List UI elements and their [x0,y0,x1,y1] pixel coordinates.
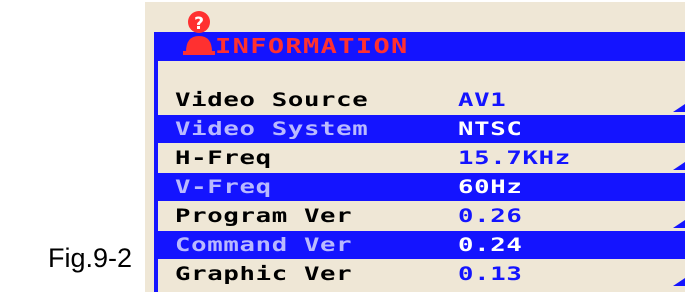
osd-title: INFORMATION [215,34,409,58]
info-row[interactable]: Graphic Ver 0.13 [158,260,685,288]
svg-text:?: ? [194,14,204,34]
info-row-label: Video System [175,118,369,140]
osd-information-panel: ? INFORMATION Video Source AV1 Video Syste… [145,2,685,292]
info-row[interactable]: Video System NTSC [158,115,685,143]
question-person-icon: ? [183,11,215,55]
info-row-value: 0.13 [458,263,523,285]
info-row[interactable]: V-Freq 60Hz [158,173,685,201]
info-row-value: AV1 [458,89,507,111]
info-row-value: 15.7KHz [458,147,571,169]
row-arrow-icon [673,220,685,228]
info-row-value: 60Hz [458,176,523,198]
info-row-label: Program Ver [175,205,353,227]
info-row-label: Graphic Ver [175,263,353,285]
row-arrow-icon [673,278,685,286]
info-row-label: V-Freq [175,176,272,198]
info-row[interactable]: H-Freq 15.7KHz [158,144,685,172]
info-row-label: Video Source [175,89,369,111]
row-arrow-icon [673,162,685,170]
info-row[interactable]: Command Ver 0.24 [158,231,685,259]
row-arrow-icon [673,104,685,112]
info-row[interactable]: Video Source AV1 [158,86,685,114]
info-row-value: 0.24 [458,234,523,256]
info-row-label: H-Freq [175,147,272,169]
info-row-label: Command Ver [175,234,353,256]
info-row-value: 0.26 [458,205,523,227]
figure-caption: Fig.9-2 [48,243,133,273]
info-row[interactable]: Program Ver 0.26 [158,202,685,230]
osd-info-list: Video Source AV1 Video System NTSC H-Freq 15.… [158,86,685,289]
info-row-value: NTSC [458,118,523,140]
